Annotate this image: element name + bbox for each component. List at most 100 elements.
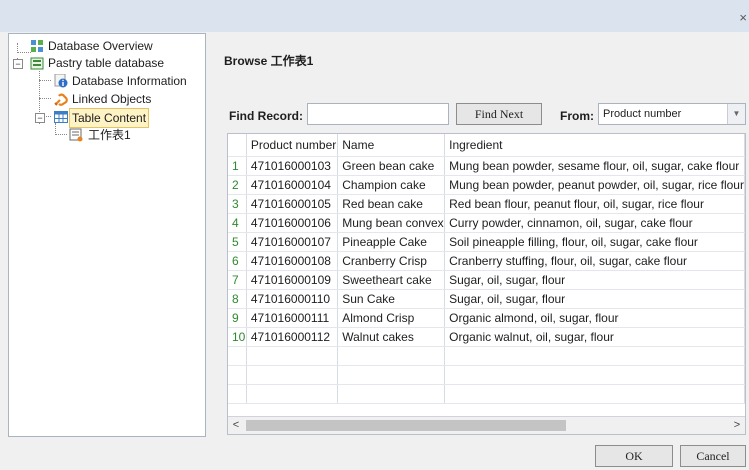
table-cell[interactable]: 471016000111 xyxy=(246,308,339,328)
empty-cell xyxy=(337,365,446,385)
table-row[interactable]: 6 471016000108 Cranberry Crisp Cranberry st… xyxy=(228,251,745,271)
cancel-button[interactable]: Cancel xyxy=(680,445,746,467)
row-number-cell: 7 xyxy=(228,270,247,290)
empty-cell xyxy=(337,384,446,404)
tree-item-linked-objects[interactable]: Linked Objects xyxy=(9,90,205,108)
table-cell[interactable]: 471016000105 xyxy=(246,194,339,214)
table-cell[interactable]: Organic almond, oil, sugar, flour xyxy=(444,308,745,328)
empty-cell xyxy=(228,384,247,404)
browse-panel: Browse 工作表1 Find Record: Find Next From:… xyxy=(210,33,749,437)
table-icon xyxy=(54,111,68,123)
scroll-left-icon[interactable]: < xyxy=(228,417,244,434)
table-cell[interactable]: Mung bean convex xyxy=(337,213,446,233)
row-number-cell: 8 xyxy=(228,289,247,309)
table-cell[interactable]: Soil pineapple filling, flour, oil, suga… xyxy=(444,232,745,252)
table-row[interactable]: 7 471016000109 Sweetheart cake Sugar, oil, … xyxy=(228,270,745,290)
table-cell[interactable]: Sun Cake xyxy=(337,289,446,309)
table-row[interactable]: 1 471016000103 Green bean cake Mung bean po… xyxy=(228,156,745,176)
empty-cell xyxy=(444,384,745,404)
chevron-down-icon[interactable]: ▼ xyxy=(727,104,745,124)
browse-title: Browse 工作表1 xyxy=(224,54,314,68)
row-number-cell: 5 xyxy=(228,232,247,252)
collapse-icon[interactable]: − xyxy=(35,113,45,123)
table-row[interactable]: 10 471016000112 Walnut cakes Organic walnut… xyxy=(228,327,745,347)
row-number-cell: 10 xyxy=(228,327,247,347)
table-cell[interactable]: Green bean cake xyxy=(337,156,446,176)
table-cell[interactable]: Walnut cakes xyxy=(337,327,446,347)
row-number-cell: 2 xyxy=(228,175,247,195)
empty-row xyxy=(228,346,745,366)
info-icon xyxy=(54,74,68,88)
table-cell[interactable]: 471016000112 xyxy=(246,327,339,347)
scrollbar-thumb[interactable] xyxy=(246,420,566,431)
table-cell[interactable]: 471016000104 xyxy=(246,175,339,195)
tree-item-pastry-table-database[interactable]: − Pastry table database xyxy=(9,54,205,72)
column-header[interactable]: Name xyxy=(337,134,446,157)
ok-button[interactable]: OK xyxy=(595,445,673,467)
sheet-icon xyxy=(69,128,83,142)
from-field-select[interactable]: Product number ▼ xyxy=(598,103,746,125)
table-cell[interactable]: 471016000107 xyxy=(246,232,339,252)
table-cell[interactable]: 471016000106 xyxy=(246,213,339,233)
tree-item-label: Linked Objects xyxy=(72,92,152,106)
table-cell[interactable]: Curry powder, cinnamon, oil, sugar, cake… xyxy=(444,213,745,233)
find-record-input[interactable] xyxy=(307,103,449,125)
horizontal-scrollbar[interactable]: < > xyxy=(228,416,745,434)
dialog-button-bar: OK Cancel xyxy=(0,437,749,470)
table-cell[interactable]: Cranberry stuffing, flour, oil, sugar, c… xyxy=(444,251,745,271)
table-cell[interactable]: Champion cake xyxy=(337,175,446,195)
table-cell[interactable]: Sugar, oil, sugar, flour xyxy=(444,270,745,290)
column-header[interactable]: Product number xyxy=(246,134,339,157)
row-number-cell: 1 xyxy=(228,156,247,176)
scroll-right-icon[interactable]: > xyxy=(729,417,745,434)
empty-cell xyxy=(246,365,339,385)
empty-cell xyxy=(444,346,745,366)
table-cell[interactable]: Pineapple Cake xyxy=(337,232,446,252)
empty-row xyxy=(228,384,745,404)
table-cell[interactable]: Mung bean powder, sesame flour, oil, sug… xyxy=(444,156,745,176)
row-number-cell: 9 xyxy=(228,308,247,328)
tree-item-label: Database Information xyxy=(72,74,187,88)
tree-item-database-overview[interactable]: Database Overview xyxy=(9,37,205,55)
table-cell[interactable]: Sweetheart cake xyxy=(337,270,446,290)
tree-item-table-content[interactable]: − Table Content xyxy=(9,108,205,128)
table-row[interactable]: 2 471016000104 Champion cake Mung bean powd… xyxy=(228,175,745,195)
tree-item-label: Database Overview xyxy=(48,39,153,53)
table-cell[interactable]: 471016000108 xyxy=(246,251,339,271)
close-icon[interactable]: × xyxy=(739,11,747,24)
table-cell[interactable]: 471016000109 xyxy=(246,270,339,290)
table-row[interactable]: 8 471016000110 Sun Cake Sugar, oil, sugar, … xyxy=(228,289,745,309)
tree-item-database-information[interactable]: Database Information xyxy=(9,72,205,90)
empty-cell xyxy=(337,346,446,366)
title-bar: × xyxy=(0,0,749,32)
table-row[interactable]: 3 471016000105 Red bean cake Red bean flour… xyxy=(228,194,745,214)
column-header[interactable]: Ingredient xyxy=(444,134,745,157)
navigation-tree: Database Overview − Pastry table databas… xyxy=(8,33,206,437)
find-next-button[interactable]: Find Next xyxy=(456,103,542,125)
from-label: From: xyxy=(560,109,594,123)
table-cell[interactable]: 471016000110 xyxy=(246,289,339,309)
empty-cell xyxy=(228,365,247,385)
table-row[interactable]: 9 471016000111 Almond Crisp Organic almond,… xyxy=(228,308,745,328)
empty-cell xyxy=(246,384,339,404)
table-cell[interactable]: Red bean flour, peanut flour, oil, sugar… xyxy=(444,194,745,214)
table-row[interactable]: 4 471016000106 Mung bean convex Curry powde… xyxy=(228,213,745,233)
tree-item-label: 工作表1 xyxy=(88,128,131,142)
table-cell[interactable]: Cranberry Crisp xyxy=(337,251,446,271)
tree-item-sheet1[interactable]: 工作表1 xyxy=(9,126,205,144)
collapse-icon[interactable]: − xyxy=(13,59,23,69)
empty-cell xyxy=(246,346,339,366)
table-cell[interactable]: Almond Crisp xyxy=(337,308,446,328)
table-cell[interactable]: Organic walnut, oil, sugar, flour xyxy=(444,327,745,347)
table-row[interactable]: 5 471016000107 Pineapple Cake Soil pineappl… xyxy=(228,232,745,252)
table-cell[interactable]: Sugar, oil, sugar, flour xyxy=(444,289,745,309)
database-icon xyxy=(30,57,44,70)
table-cell[interactable]: Red bean cake xyxy=(337,194,446,214)
data-grid[interactable]: Product number Name Ingredient 1 47101600… xyxy=(227,133,746,435)
table-cell[interactable]: Mung bean powder, peanut powder, oil, su… xyxy=(444,175,745,195)
row-number-cell: 6 xyxy=(228,251,247,271)
link-icon xyxy=(54,93,68,106)
table-cell[interactable]: 471016000103 xyxy=(246,156,339,176)
find-record-label: Find Record: xyxy=(229,109,303,123)
records-table: Product number Name Ingredient 1 47101600… xyxy=(228,134,745,404)
